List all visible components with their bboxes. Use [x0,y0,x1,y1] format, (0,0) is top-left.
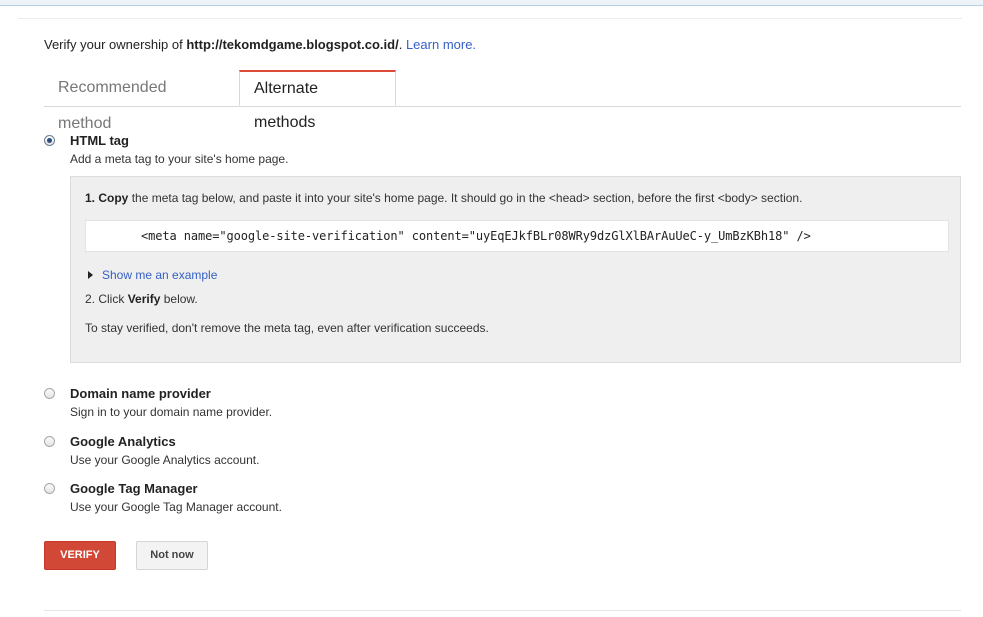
radio-selected-dot [47,138,52,143]
step2-suffix: below. [160,292,198,306]
domain-provider-radio[interactable] [44,388,55,399]
domain-provider-title: Domain name provider [70,386,211,401]
ownership-line: Verify your ownership of http://tekomdga… [44,37,476,52]
method-tabs: Recommended method Alternate methods [44,70,961,132]
step2-prefix: 2. Click [85,292,128,306]
html-tag-instructions-panel: 1. Copy the meta tag below, and paste it… [70,176,961,363]
google-tag-manager-title: Google Tag Manager [70,481,198,496]
google-analytics-desc: Use your Google Analytics account. [70,453,260,467]
ownership-prefix: Verify your ownership of [44,37,187,52]
step1-instructions: the meta tag below, and paste it into yo… [128,191,803,205]
domain-provider-desc: Sign in to your domain name provider. [70,405,273,419]
show-example-toggle[interactable]: Show me an example [88,268,217,282]
step1-text: 1. Copy the meta tag below, and paste it… [85,191,802,205]
top-bar [0,0,983,6]
step2-verify: Verify [127,292,161,306]
tab-recommended-method[interactable]: Recommended method [44,70,238,132]
html-tag-title: HTML tag [70,133,129,148]
meta-tag-code[interactable]: <meta name="google-site-verification" co… [141,229,811,243]
tab-alternate-methods[interactable]: Alternate methods [239,70,396,131]
not-now-button[interactable]: Not now [136,541,208,570]
google-analytics-title: Google Analytics [70,434,176,449]
top-divider [18,18,962,19]
step1-number: 1. [85,191,96,205]
show-example-link[interactable]: Show me an example [102,268,217,282]
learn-more-link[interactable]: Learn more. [406,37,476,52]
step2-text: 2. Click Verify below. [85,292,198,306]
bottom-divider [44,610,961,611]
html-tag-desc: Add a meta tag to your site's home page. [70,152,289,166]
stay-verified-note: To stay verified, don't remove the meta … [85,321,489,335]
meta-tag-box[interactable]: <meta name="google-site-verification" co… [85,220,949,252]
verify-button[interactable]: VERIFY [44,541,116,570]
google-tag-manager-desc: Use your Google Tag Manager account. [70,500,282,514]
ownership-suffix: . [398,37,403,52]
google-analytics-radio[interactable] [44,436,55,447]
step1-copy: Copy [98,191,129,205]
google-tag-manager-radio[interactable] [44,483,55,494]
html-tag-radio[interactable] [44,135,55,146]
site-url: http://tekomdgame.blogspot.co.id/ [186,37,399,52]
expand-triangle-icon[interactable] [88,271,93,279]
